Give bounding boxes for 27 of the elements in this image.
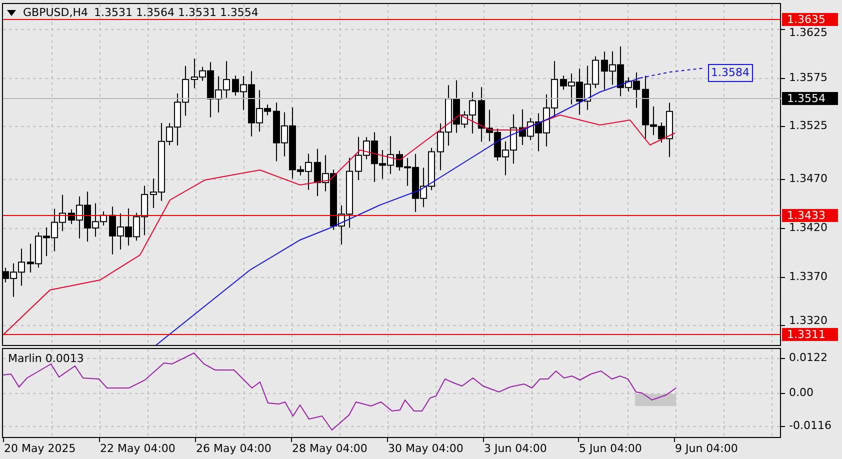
- price-tick-label: 1.3420: [789, 222, 828, 234]
- price-tick-label: 1.3370: [789, 271, 828, 283]
- indicator-tick-label: 0.0122: [789, 352, 828, 364]
- price-tick-label: 1.3470: [789, 173, 828, 185]
- ohlc-values: 1.3531 1.3564 1.3531 1.3554: [94, 6, 258, 19]
- time-axis-label: 30 May 04:00: [388, 442, 464, 455]
- average-price-tag: 1.3584: [708, 64, 752, 82]
- indicator-tick-label: 0.00: [789, 387, 814, 399]
- time-axis-label: 5 Jun 04:00: [579, 442, 642, 455]
- time-axis-label: 3 Jun 04:00: [484, 442, 547, 455]
- indicator-label: Marlin 0.0013: [8, 352, 84, 365]
- current-price-tag: 1.3554: [782, 92, 838, 105]
- time-axis-label: 22 May 04:00: [100, 442, 176, 455]
- indicator-tick-label: -0.0116: [789, 420, 832, 432]
- price-tick-label: 1.3625: [789, 27, 828, 39]
- price-tick-label: 1.3525: [789, 120, 828, 132]
- time-axis-label: 20 May 2025: [4, 442, 76, 455]
- price-tick-label: 1.3320: [789, 315, 828, 327]
- symbol-label: GBPUSD,H4: [23, 6, 88, 19]
- level-price-tag: 1.3635: [782, 13, 838, 26]
- price-tick-label: 1.3575: [789, 72, 828, 84]
- time-axis-label: 9 Jun 04:00: [675, 442, 738, 455]
- dropdown-triangle-icon[interactable]: [7, 10, 16, 16]
- time-axis-label: 26 May 04:00: [196, 442, 272, 455]
- level-price-tag: 1.3433: [782, 209, 838, 222]
- time-axis-label: 28 May 04:00: [292, 442, 368, 455]
- level-price-tag: 1.3311: [782, 328, 838, 341]
